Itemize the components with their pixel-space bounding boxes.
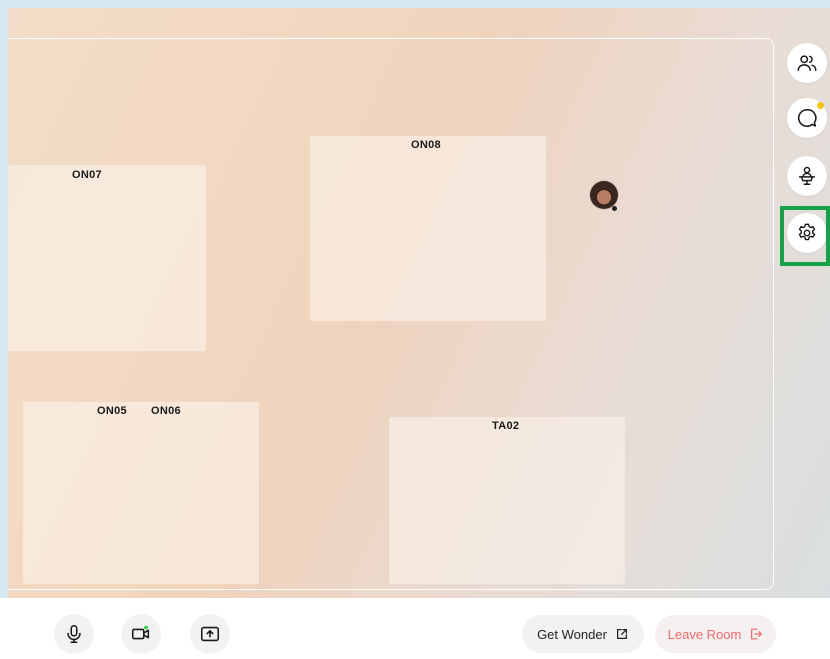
room-ta02[interactable]: TA02 <box>389 417 625 584</box>
room-on08[interactable]: ON08 <box>310 136 546 321</box>
room-label: ON05 <box>97 405 127 417</box>
camera-button[interactable] <box>121 614 161 654</box>
settings-highlight-box <box>780 206 830 266</box>
screen-share-icon <box>200 626 220 642</box>
room-canvas[interactable]: ON07 ON08 ON05 ON06 TA02 <box>8 8 830 598</box>
room-label: ON07 <box>72 169 102 181</box>
room-label: ON08 <box>411 139 441 151</box>
room-label: TA02 <box>492 420 520 432</box>
chat-button[interactable] <box>787 98 827 138</box>
podium-icon <box>798 166 816 185</box>
chat-bubble-icon <box>797 108 817 127</box>
camera-icon <box>131 625 150 640</box>
host-button[interactable] <box>787 156 827 196</box>
people-icon <box>797 55 817 72</box>
leave-room-button[interactable]: Leave Room <box>655 615 776 653</box>
people-button[interactable] <box>787 43 827 83</box>
exit-icon <box>751 628 763 640</box>
get-wonder-label: Get Wonder <box>537 626 607 642</box>
room-on05-on06[interactable]: ON05 ON06 <box>23 402 259 584</box>
microphone-button[interactable] <box>54 614 94 654</box>
notification-dot <box>817 102 824 109</box>
microphone-icon <box>67 624 81 644</box>
room-on07[interactable]: ON07 <box>8 165 206 351</box>
external-link-icon <box>616 629 627 639</box>
get-wonder-button[interactable]: Get Wonder <box>522 615 644 653</box>
room-label: ON06 <box>151 405 181 417</box>
screen-share-button[interactable] <box>190 614 230 654</box>
user-avatar[interactable] <box>590 181 618 211</box>
leave-room-label: Leave Room <box>667 626 742 642</box>
